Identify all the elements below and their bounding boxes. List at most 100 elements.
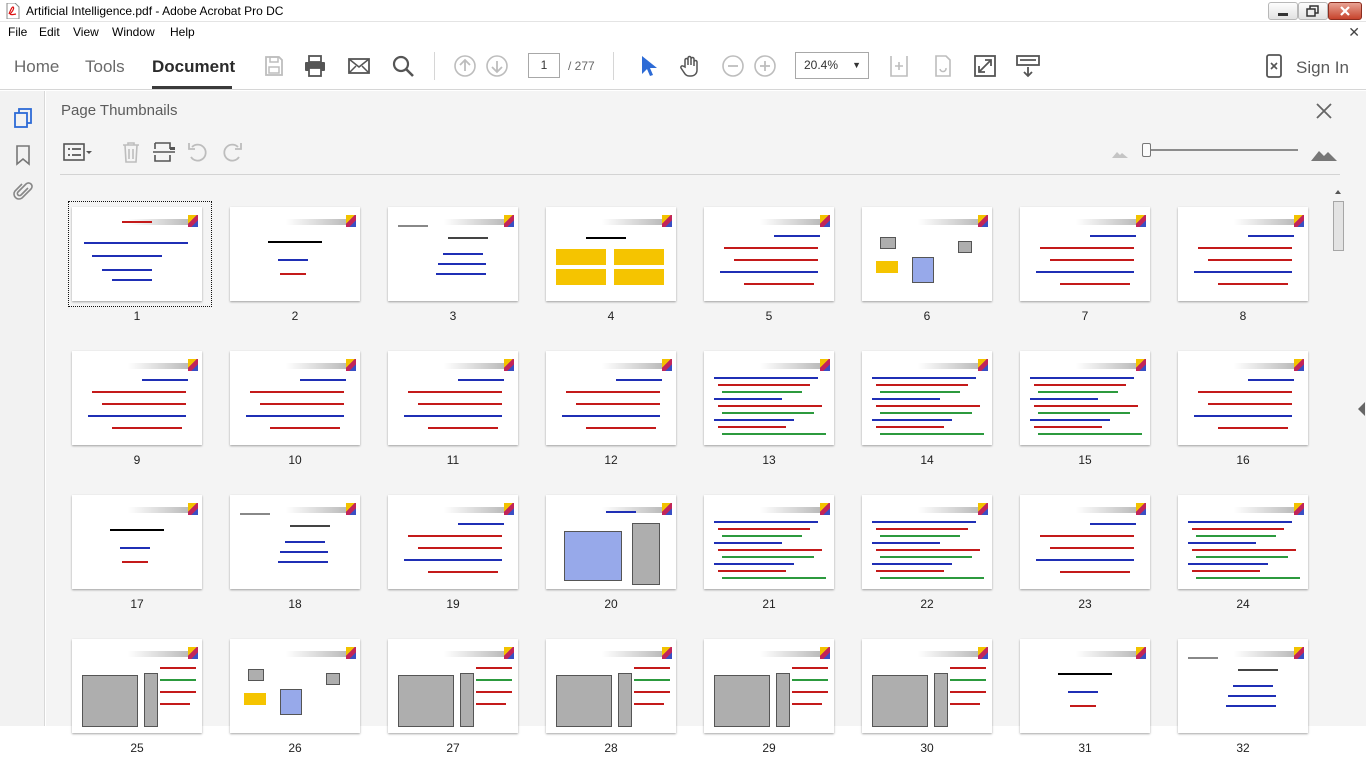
mobile-link-icon[interactable]: [1262, 54, 1286, 78]
page-thumbnail[interactable]: 23: [1016, 489, 1154, 619]
page-thumbnails-icon[interactable]: [12, 107, 34, 129]
previous-page-icon[interactable]: [453, 54, 477, 78]
page-thumbnail[interactable]: 24: [1174, 489, 1312, 619]
search-icon[interactable]: [391, 54, 415, 78]
page-thumbnail[interactable]: 27: [384, 633, 522, 763]
page-thumbnail[interactable]: 6: [858, 201, 996, 331]
page-thumbnail[interactable]: 14: [858, 345, 996, 475]
select-cursor-icon[interactable]: [636, 54, 660, 78]
print-icon[interactable]: [303, 54, 327, 78]
page-thumbnail[interactable]: 3: [384, 201, 522, 331]
tab-home[interactable]: Home: [14, 57, 59, 77]
thumbnail-options-icon[interactable]: [62, 140, 92, 164]
page-thumbnail[interactable]: 4: [542, 201, 680, 331]
thumb-text-line: [250, 391, 344, 393]
page-thumbnail[interactable]: 2: [226, 201, 364, 331]
scroll-up-icon[interactable]: [1330, 187, 1346, 197]
scrollbar-thumb[interactable]: [1333, 201, 1344, 251]
thumb-header-bar: [1234, 219, 1294, 225]
menu-window[interactable]: Window: [112, 25, 155, 39]
menu-view[interactable]: View: [73, 25, 99, 39]
thumb-header-bar: [602, 363, 662, 369]
insert-page-icon[interactable]: [152, 140, 176, 164]
fit-page-icon[interactable]: [887, 54, 911, 78]
page-thumbnail[interactable]: 12: [542, 345, 680, 475]
page-thumbnail[interactable]: 7: [1016, 201, 1154, 331]
page-thumbnail[interactable]: 1: [68, 201, 212, 331]
next-page-icon[interactable]: [485, 54, 509, 78]
thumb-text-line: [102, 403, 186, 405]
thumb-text-line: [110, 529, 164, 531]
page-thumbnail[interactable]: 18: [226, 489, 364, 619]
thumb-text-line: [872, 563, 952, 565]
tab-document[interactable]: Document: [152, 57, 235, 77]
page-thumbnail[interactable]: 20: [542, 489, 680, 619]
page-thumbnail[interactable]: 10: [226, 345, 364, 475]
scroll-mode-icon[interactable]: [1016, 54, 1040, 78]
close-document-icon[interactable]: ✕: [1348, 24, 1360, 41]
page-thumbnail[interactable]: 19: [384, 489, 522, 619]
thumbnail-size-slider[interactable]: [1146, 149, 1298, 151]
attachment-icon[interactable]: [12, 180, 34, 202]
redo-icon[interactable]: [220, 140, 244, 164]
page-thumbnail[interactable]: 21: [700, 489, 838, 619]
vertical-scrollbar[interactable]: [1330, 187, 1346, 726]
page-thumbnail[interactable]: 29: [700, 633, 838, 763]
thumb-text-line: [876, 405, 980, 407]
minimize-button[interactable]: [1268, 2, 1298, 20]
page-thumbnail[interactable]: 31: [1016, 633, 1154, 763]
page-thumbnail[interactable]: 32: [1174, 633, 1312, 763]
rotate-page-icon[interactable]: [931, 54, 955, 78]
expand-right-pane-icon[interactable]: [1356, 399, 1366, 419]
sign-in-link[interactable]: Sign In: [1296, 58, 1349, 78]
page-thumbnail[interactable]: 15: [1016, 345, 1154, 475]
thumb-header-bar: [444, 363, 504, 369]
thumb-text-line: [718, 549, 822, 551]
thumb-header-bar: [128, 507, 188, 513]
tab-tools[interactable]: Tools: [85, 57, 125, 77]
menu-edit[interactable]: Edit: [39, 25, 60, 39]
page-thumbnail[interactable]: 9: [68, 345, 206, 475]
small-thumbnail-icon[interactable]: [1108, 140, 1132, 164]
save-icon[interactable]: [262, 54, 286, 78]
page-thumbnail[interactable]: 22: [858, 489, 996, 619]
zoom-level-select[interactable]: 20.4% ▼: [795, 52, 869, 79]
thumbnail-page-image: [704, 207, 834, 301]
undo-icon[interactable]: [186, 140, 210, 164]
page-number-input[interactable]: 1: [528, 53, 560, 78]
page-thumbnail[interactable]: 17: [68, 489, 206, 619]
page-thumbnail[interactable]: 28: [542, 633, 680, 763]
thumb-header-bar: [286, 363, 346, 369]
slider-handle[interactable]: [1142, 143, 1151, 157]
thumb-text-line: [102, 269, 152, 271]
close-window-button[interactable]: [1328, 2, 1362, 20]
menu-help[interactable]: Help: [170, 25, 195, 39]
thumb-shape: [564, 531, 622, 581]
hand-tool-icon[interactable]: [678, 54, 702, 78]
page-thumbnail[interactable]: 16: [1174, 345, 1312, 475]
restore-button[interactable]: [1298, 2, 1328, 20]
page-thumbnail[interactable]: 26: [226, 633, 364, 763]
page-thumbnail[interactable]: 5: [700, 201, 838, 331]
delete-page-icon[interactable]: [119, 140, 143, 164]
thumbnail-page-image: [72, 351, 202, 445]
thumbnail-page-number: 1: [133, 309, 141, 323]
page-thumbnail[interactable]: 30: [858, 633, 996, 763]
minimize-icon: [1278, 13, 1288, 16]
page-thumbnail[interactable]: 11: [384, 345, 522, 475]
page-thumbnail[interactable]: 13: [700, 345, 838, 475]
zoom-in-icon[interactable]: [753, 54, 777, 78]
thumb-text-line: [1070, 705, 1096, 707]
zoom-out-icon[interactable]: [721, 54, 745, 78]
thumb-header-bar: [760, 219, 820, 225]
bookmark-icon[interactable]: [12, 144, 34, 166]
thumb-text-line: [443, 253, 483, 255]
full-screen-icon[interactable]: [973, 54, 997, 78]
large-thumbnail-icon[interactable]: [1310, 140, 1338, 164]
page-thumbnail[interactable]: 8: [1174, 201, 1312, 331]
menu-file[interactable]: File: [8, 25, 27, 39]
email-icon[interactable]: [347, 54, 371, 78]
thumbnail-page-image: [388, 351, 518, 445]
page-thumbnail[interactable]: 25: [68, 633, 206, 763]
close-panel-icon[interactable]: [1314, 101, 1334, 121]
